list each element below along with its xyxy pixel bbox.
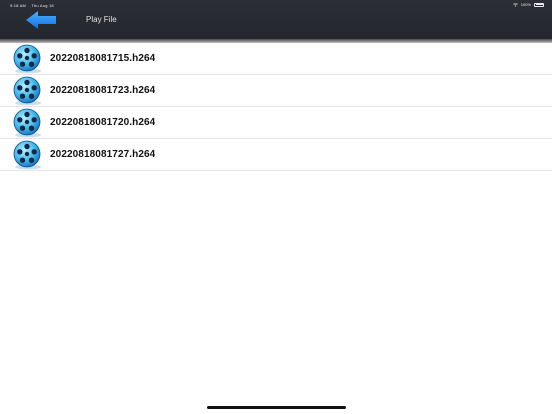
file-name: 20220818081727.h264 [50,149,156,160]
navigation-bar: 9:18 AM Thu Aug 18 100% Play File [0,0,552,40]
list-item[interactable]: 20220818081723.h264 [0,75,552,107]
status-date: Thu Aug 18 [31,3,54,8]
battery-icon [534,2,544,7]
status-bar-right: 100% [512,2,544,7]
list-item[interactable]: 20220818081720.h264 [0,107,552,139]
wifi-icon [512,2,518,7]
file-name: 20220818081723.h264 [50,85,156,96]
battery-percent: 100% [520,2,531,7]
status-time: 9:18 AM [10,3,27,8]
page-title: Play File [86,15,117,24]
status-bar-left: 9:18 AM Thu Aug 18 [10,3,58,8]
film-reel-icon [13,108,41,138]
film-reel-icon [13,44,41,74]
home-indicator[interactable] [207,406,346,409]
back-button[interactable] [24,10,58,30]
arrow-left-icon [26,11,56,29]
file-list: 20220818081715.h264 20220818081723.h264 [0,43,552,171]
film-reel-icon [13,76,41,106]
file-name: 20220818081720.h264 [50,117,156,128]
file-name: 20220818081715.h264 [50,53,156,64]
list-item[interactable]: 20220818081715.h264 [0,43,552,75]
film-reel-icon [13,140,41,170]
list-item[interactable]: 20220818081727.h264 [0,139,552,171]
